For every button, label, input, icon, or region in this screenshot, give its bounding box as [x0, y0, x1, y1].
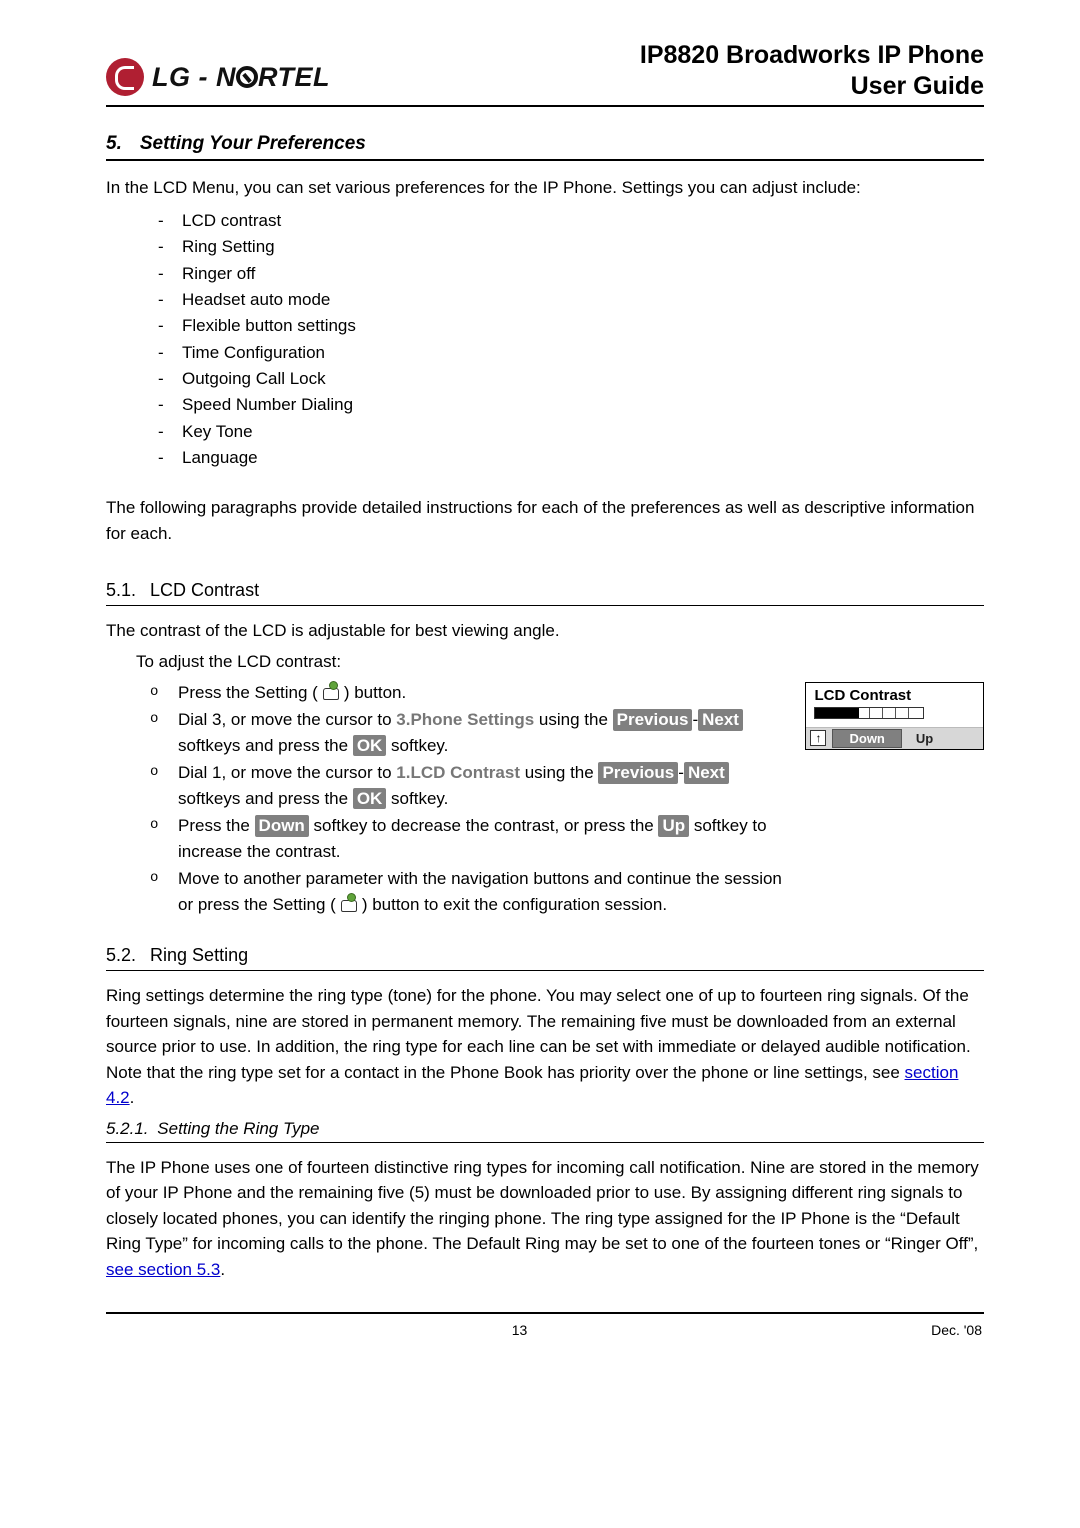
settings-button-icon [318, 682, 344, 700]
section-5-2-1-rule [106, 1142, 984, 1143]
brand-logo-text: LG - NRTEL [152, 62, 330, 93]
softkey-previous-chip: Previous [598, 762, 678, 783]
softkey-next-chip: Next [698, 709, 743, 730]
section-5-title: Setting Your Preferences [140, 133, 366, 155]
list-item: Language [182, 445, 984, 471]
softkey-next-chip: Next [684, 762, 729, 783]
section-5-2-number: 5.2. [106, 945, 136, 966]
section-5-2-rule [106, 970, 984, 971]
arrow-up-icon: ↑ [810, 730, 826, 746]
lcd-level-row [806, 706, 983, 727]
footer-date: Dec. '08 [931, 1322, 982, 1338]
step-text: softkey to decrease the contrast, or pre… [309, 816, 659, 835]
section-5-1-title: LCD Contrast [150, 580, 259, 601]
step-text: ) button. [344, 683, 406, 702]
softkey-ok-chip: OK [353, 788, 387, 809]
list-item: Ringer off [182, 261, 984, 287]
step-text: Press the [178, 816, 255, 835]
body-text: Ring settings determine the ring type (t… [106, 986, 971, 1082]
nortel-o-icon [236, 66, 258, 88]
list-item: Press the Down softkey to decrease the c… [178, 813, 787, 864]
body-text: The IP Phone uses one of fourteen distin… [106, 1158, 979, 1254]
lcd-softkey-down: Down [832, 729, 901, 748]
list-item: Outgoing Call Lock [182, 366, 984, 392]
brand-logo: LG - NRTEL [106, 40, 330, 96]
page-header: LG - NRTEL IP8820 Broadworks IP Phone Us… [106, 40, 984, 103]
section-5-2-heading: 5.2. Ring Setting [106, 945, 984, 966]
section-5-2-1-para: The IP Phone uses one of fourteen distin… [106, 1155, 984, 1283]
menu-name: 1.LCD Contrast [396, 763, 520, 782]
lcd-softkey-row: ↑ Down Up [806, 727, 983, 749]
lcd-level-fill [815, 708, 858, 718]
body-text: . [220, 1260, 225, 1279]
softkey-up-chip: Up [658, 815, 689, 836]
list-item: Ring Setting [182, 234, 984, 260]
list-item: Time Configuration [182, 340, 984, 366]
section-5-heading: 5. Setting Your Preferences [106, 133, 984, 155]
step-text: softkey. [386, 736, 448, 755]
section-5-1-rule [106, 605, 984, 606]
bar-tick-icon [895, 708, 896, 718]
list-item: Move to another parameter with the navig… [178, 866, 787, 917]
preferences-list: LCD contrast Ring Setting Ringer off Hea… [106, 208, 984, 471]
list-item: Key Tone [182, 419, 984, 445]
section-5-2-1-heading: 5.2.1. Setting the Ring Type [106, 1119, 984, 1139]
link-section-5-3[interactable]: see section 5.3 [106, 1260, 220, 1279]
document-title-line1: IP8820 Broadworks IP Phone [640, 40, 984, 71]
step-text: softkeys and press the [178, 789, 353, 808]
document-title-line2: User Guide [640, 71, 984, 102]
section-5-rule [106, 159, 984, 161]
settings-button-icon [336, 894, 362, 912]
document-title: IP8820 Broadworks IP Phone User Guide [640, 40, 984, 103]
step-text: softkeys and press the [178, 736, 353, 755]
section-5-intro: In the LCD Menu, you can set various pre… [106, 175, 984, 201]
bar-tick-icon [869, 708, 870, 718]
body-text: . [130, 1088, 135, 1107]
page-footer: 13 Dec. '08 [106, 1314, 984, 1338]
softkey-previous-chip: Previous [613, 709, 693, 730]
section-5-2-1-title: Setting the Ring Type [157, 1119, 319, 1138]
section-5-2-title: Ring Setting [150, 945, 248, 966]
section-5-1-heading: 5.1. LCD Contrast [106, 580, 984, 601]
lcd-softkey-up: Up [908, 731, 941, 746]
softkey-down-chip: Down [255, 815, 309, 836]
list-item: Flexible button settings [182, 313, 984, 339]
page-number: 13 [108, 1322, 931, 1338]
bar-tick-icon [908, 708, 909, 718]
list-item: LCD contrast [182, 208, 984, 234]
lg-logo-icon [106, 58, 144, 96]
step-text: using the [534, 710, 612, 729]
list-item: Headset auto mode [182, 287, 984, 313]
step-text: using the [520, 763, 598, 782]
menu-name: 3.Phone Settings [396, 710, 534, 729]
section-5-1-intro: The contrast of the LCD is adjustable fo… [106, 618, 984, 644]
bar-tick-icon [882, 708, 883, 718]
step-text: Dial 1, or move the cursor to [178, 763, 396, 782]
lcd-level-bar [814, 707, 924, 719]
lcd-contrast-screenshot: LCD Contrast ↑ Down Up [805, 682, 984, 750]
section-5-1-lead: To adjust the LCD contrast: [106, 652, 984, 672]
list-item: Dial 3, or move the cursor to 3.Phone Se… [178, 707, 787, 758]
step-text: Dial 3, or move the cursor to [178, 710, 396, 729]
list-item: Speed Number Dialing [182, 392, 984, 418]
softkey-ok-chip: OK [353, 735, 387, 756]
step-text: softkey. [386, 789, 448, 808]
section-5-2-1-number: 5.2.1. [106, 1119, 149, 1138]
section-5-outro: The following paragraphs provide detaile… [106, 495, 984, 546]
lcd-title: LCD Contrast [806, 683, 983, 706]
header-rule [106, 105, 984, 107]
step-text: ) button to exit the configuration sessi… [362, 895, 667, 914]
step-text: Press the Setting ( [178, 683, 318, 702]
section-5-2-para: Ring settings determine the ring type (t… [106, 983, 984, 1111]
section-5-number: 5. [106, 133, 122, 155]
section-5-1-number: 5.1. [106, 580, 136, 601]
list-item: Dial 1, or move the cursor to 1.LCD Cont… [178, 760, 787, 811]
lcd-contrast-steps: Press the Setting ( ) button. Dial 3, or … [106, 680, 787, 918]
list-item: Press the Setting ( ) button. [178, 680, 787, 706]
